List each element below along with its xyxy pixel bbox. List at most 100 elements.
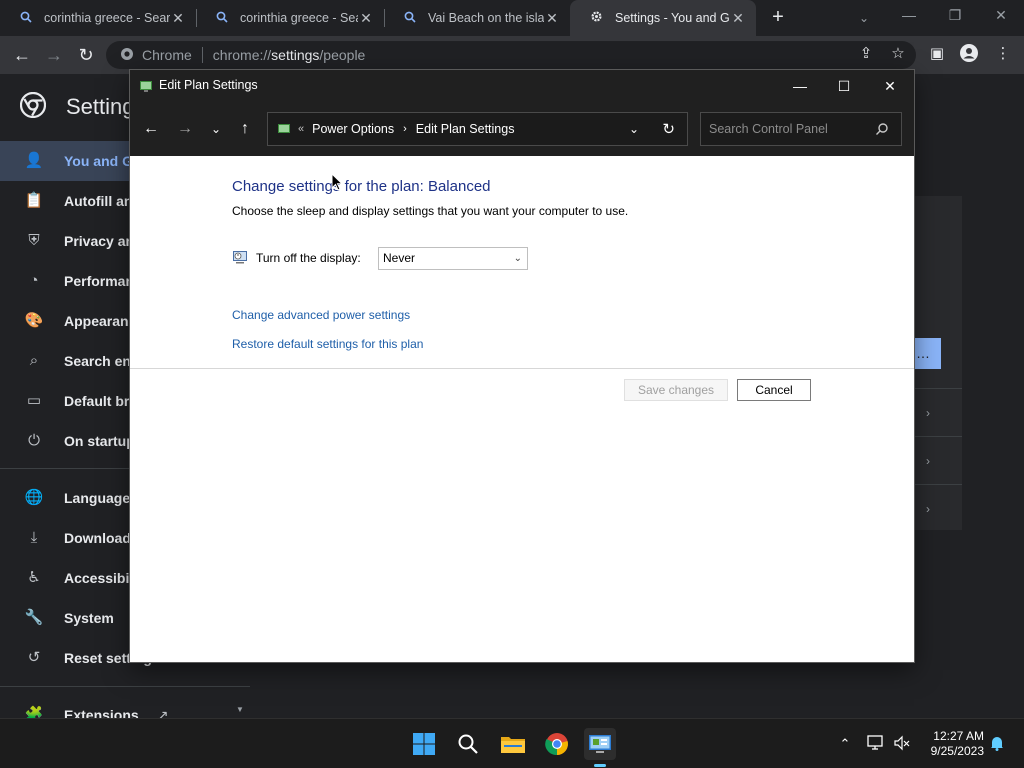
plan-settings-content: Change settings for the plan: Balanced C…	[130, 156, 914, 662]
close-window-icon[interactable]: ✕	[986, 4, 1016, 26]
minimize-icon[interactable]: —	[894, 4, 924, 26]
tab-2[interactable]: corinthia greece - Search ✕	[196, 0, 384, 36]
window-title: Edit Plan Settings	[159, 78, 258, 92]
chevron-down-icon: ⌄	[513, 253, 522, 264]
back-icon[interactable]: ←	[139, 119, 163, 139]
cancel-button[interactable]: Cancel	[737, 379, 811, 401]
search-icon: ⌕	[29, 352, 39, 369]
gear-icon	[590, 10, 603, 26]
search-icon	[404, 11, 416, 26]
change-advanced-power-settings-link[interactable]: Change advanced power settings	[232, 308, 410, 322]
tab-title: Vai Beach on the island	[428, 11, 544, 25]
control-panel-icon	[276, 121, 292, 137]
wrench-icon: 🔧	[24, 609, 44, 626]
show-hidden-icons-chevron-icon[interactable]: ⌃	[836, 735, 854, 753]
turn-off-display-select[interactable]: Never ⌄	[378, 247, 528, 270]
back-icon[interactable]: ←	[10, 44, 34, 66]
browser-toolbar: ← → ↻ Chrome chrome://settings/people ⇪ …	[0, 36, 1024, 74]
tab-3[interactable]: Vai Beach on the island ✕	[384, 0, 570, 36]
taskbar-clock[interactable]: 12:27 AM 9/25/2023	[914, 729, 984, 759]
tab-strip: corinthia greece - Search ✕ corinthia gr…	[0, 0, 1024, 36]
card-divider	[914, 484, 962, 485]
speedometer-icon: ◔	[29, 272, 39, 289]
control-panel-icon[interactable]	[584, 728, 616, 760]
breadcrumb-edit-plan-settings[interactable]: Edit Plan Settings	[416, 122, 515, 136]
chevron-right-icon[interactable]: ›	[926, 502, 938, 516]
search-icon[interactable]	[875, 122, 889, 136]
card-divider	[914, 388, 962, 389]
active-app-indicator	[594, 764, 606, 767]
chevron-right-icon[interactable]: ›	[926, 454, 938, 468]
card-divider	[914, 436, 962, 437]
share-icon[interactable]: ⇪	[855, 43, 877, 65]
breadcrumb-separator-icon[interactable]: ›	[403, 123, 407, 135]
power-icon: ⏻	[28, 432, 40, 449]
breadcrumb-power-options[interactable]: Power Options	[312, 122, 394, 136]
close-icon[interactable]: ✕	[358, 10, 374, 26]
clock-date: 9/25/2023	[930, 744, 984, 758]
restore-default-settings-link[interactable]: Restore default settings for this plan	[232, 337, 423, 351]
search-icon	[20, 11, 32, 26]
omnibox-url: chrome://settings/people	[212, 47, 366, 63]
tab-title: corinthia greece - Search	[240, 11, 358, 25]
globe-icon: 🌐	[24, 489, 44, 506]
chrome-icon[interactable]	[541, 728, 573, 760]
sidebar-divider	[0, 686, 250, 687]
browser-icon: ▭	[26, 392, 42, 409]
close-icon[interactable]: ✕	[170, 10, 186, 26]
chevron-down-icon[interactable]: ⌄	[629, 122, 639, 136]
start-icon[interactable]	[408, 728, 440, 760]
omnibox-site: Chrome	[142, 47, 192, 63]
tab-title: corinthia greece - Search	[44, 11, 170, 25]
download-icon: ⤓	[30, 529, 38, 546]
tab-settings[interactable]: Settings - You and Google ✕	[570, 0, 756, 36]
notifications-bell-icon[interactable]	[988, 735, 1006, 753]
breadcrumb-overflow-icon[interactable]: «	[298, 123, 304, 135]
profile-icon[interactable]	[958, 43, 980, 65]
volume-muted-icon[interactable]	[893, 735, 911, 753]
reload-icon[interactable]: ↻	[74, 44, 98, 66]
new-tab-button[interactable]: +	[766, 6, 790, 30]
search-icon	[216, 11, 228, 26]
monitor-icon	[232, 249, 248, 265]
reset-icon: ↺	[27, 649, 41, 666]
maximize-icon[interactable]: ☐	[822, 74, 866, 98]
close-icon[interactable]: ✕	[544, 10, 560, 26]
minimize-icon[interactable]: —	[778, 74, 822, 98]
address-bar[interactable]: « Power Options › Edit Plan Settings ⌄ ↻	[267, 112, 688, 146]
search-box[interactable]	[700, 112, 902, 146]
forward-icon[interactable]: →	[173, 119, 197, 139]
palette-icon: 🎨	[24, 312, 44, 329]
bookmark-star-icon[interactable]: ☆	[887, 43, 909, 65]
explorer-navbar: ← → ⌄ ↑ « Power Options › Edit Plan Sett…	[130, 102, 914, 156]
chevron-right-icon[interactable]: ›	[926, 406, 938, 420]
accessibility-icon: ♿	[27, 569, 41, 586]
file-explorer-icon[interactable]	[497, 728, 529, 760]
side-panel-icon[interactable]: ▣	[926, 43, 948, 65]
search-input[interactable]	[709, 122, 869, 136]
search-icon[interactable]	[452, 728, 484, 760]
omnibox-separator	[201, 47, 203, 63]
clipboard-icon: 📋	[24, 192, 44, 209]
shield-icon: ⛨	[28, 232, 40, 249]
network-icon[interactable]	[867, 735, 885, 753]
tab-1[interactable]: corinthia greece - Search ✕	[0, 0, 196, 36]
up-icon[interactable]: ↑	[233, 119, 257, 139]
tab-title: Settings - You and Google	[615, 11, 730, 25]
mouse-cursor-icon	[331, 172, 344, 192]
forward-icon[interactable]: →	[42, 44, 66, 66]
recent-locations-icon[interactable]: ⌄	[204, 119, 228, 139]
page-description: Choose the sleep and display settings th…	[232, 204, 629, 218]
restore-icon[interactable]: ❐	[940, 4, 970, 26]
close-icon[interactable]: ✕	[730, 10, 746, 26]
address-bar[interactable]: Chrome chrome://settings/people	[106, 41, 916, 69]
menu-kebab-icon[interactable]: ⋮	[992, 43, 1014, 65]
scroll-down-arrow[interactable]: ▼	[236, 705, 246, 715]
chrome-icon	[120, 47, 134, 64]
close-icon[interactable]: ✕	[868, 74, 912, 98]
tab-search-icon[interactable]: ⌄	[854, 8, 874, 28]
power-options-icon	[138, 78, 154, 94]
refresh-icon[interactable]: ↻	[662, 120, 675, 138]
save-changes-button[interactable]: Save changes	[624, 379, 728, 401]
person-icon: 👤	[24, 152, 44, 169]
